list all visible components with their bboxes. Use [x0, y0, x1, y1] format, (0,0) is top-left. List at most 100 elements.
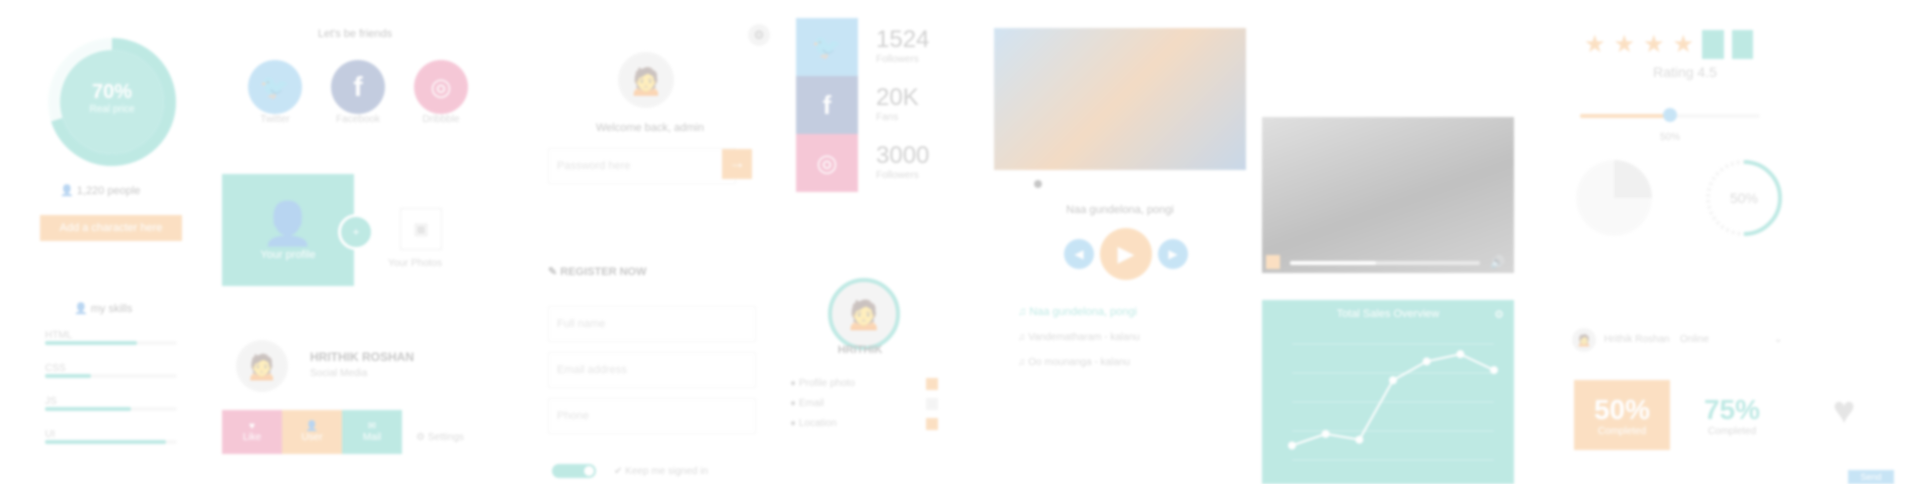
- star-icon[interactable]: ★: [1643, 30, 1665, 59]
- facebook-label: Facebook: [336, 114, 380, 125]
- dribbble-icon[interactable]: ◎: [414, 60, 468, 114]
- stat-card-1: 50% Completed: [1574, 380, 1670, 450]
- chart-point[interactable]: [1355, 435, 1364, 444]
- mini-profile-name: Hrithik Roshan: [1604, 334, 1670, 345]
- stat-1: 1524 Followers: [876, 26, 930, 65]
- skill-track: [45, 440, 177, 444]
- photo-icon: ▣: [400, 208, 442, 250]
- previous-icon[interactable]: ◀: [1064, 239, 1094, 269]
- skill-row: UI: [45, 429, 177, 444]
- dribbble-item[interactable]: ◎ Dribbble: [414, 60, 468, 140]
- stat-3: 3000 Followers: [876, 142, 930, 181]
- like-action[interactable]: ♥ Like: [222, 410, 282, 454]
- play-button[interactable]: [1266, 255, 1280, 269]
- skill-track: [45, 407, 177, 411]
- dribbble-icon[interactable]: ◎: [796, 134, 858, 192]
- video-progress-track[interactable]: [1290, 261, 1480, 265]
- twitter-icon[interactable]: 🐦: [796, 18, 858, 76]
- person-icon: 👤: [74, 303, 88, 315]
- slider-handle[interactable]: [1663, 108, 1677, 122]
- twitter-icon[interactable]: 🐦: [248, 60, 302, 114]
- rating-stars[interactable]: ★ ★ ★ ★ ★ ★: [1584, 30, 1754, 59]
- chevron-down-icon[interactable]: ⌄: [1774, 334, 1782, 345]
- full-name-field[interactable]: Full name: [548, 306, 756, 342]
- profile-tile-label: Your profile: [260, 248, 316, 261]
- playlist-item[interactable]: ♫ Oo mounanga - kalanu: [1018, 357, 1140, 368]
- person-subtitle: Social Media: [310, 368, 368, 379]
- facebook-icon[interactable]: f: [796, 76, 858, 134]
- skill-row: JS: [45, 396, 177, 411]
- profile-tile[interactable]: 👤 Your profile: [222, 174, 354, 286]
- send-button[interactable]: Send: [1848, 470, 1894, 484]
- mail-icon: ✉: [367, 421, 377, 432]
- chart-point[interactable]: [1321, 429, 1330, 438]
- email-field[interactable]: Email address: [548, 352, 756, 388]
- chart-point[interactable]: [1490, 366, 1498, 375]
- twitter-item[interactable]: 🐦 Twitter: [248, 60, 302, 140]
- add-character-button[interactable]: Add a character here: [40, 215, 182, 241]
- next-icon[interactable]: ▶: [1158, 239, 1188, 269]
- person-name: HRITHIK ROSHAN: [310, 350, 414, 364]
- sales-chart-panel: Total Sales Overview ⚙: [1262, 300, 1514, 484]
- skills-title: 👤 my skills: [74, 303, 133, 315]
- avatar: 🙍: [236, 340, 288, 392]
- remember-toggle[interactable]: [552, 464, 596, 478]
- skill-label: CSS: [45, 363, 66, 374]
- contact-row: ● Location: [790, 418, 938, 430]
- gear-icon[interactable]: ⚙: [748, 24, 770, 46]
- gear-icon[interactable]: ⚙: [1494, 308, 1504, 321]
- sales-line-chart: [1288, 343, 1498, 461]
- avatar: 🙍: [828, 278, 900, 350]
- star-icon[interactable]: ★: [1584, 30, 1606, 59]
- social-buttons: 🐦 Twitter f Facebook ◎ Dribbble: [248, 60, 468, 140]
- heart-icon: ♥: [249, 421, 255, 432]
- carousel-dot[interactable]: [1034, 180, 1042, 188]
- social-title: Let's be friends: [317, 28, 393, 40]
- avatar: 🙍: [1572, 328, 1596, 352]
- chart-point[interactable]: [1456, 350, 1465, 359]
- contact-row: ● Email: [790, 398, 938, 410]
- skills-list: HTML CSS JS UI: [45, 330, 177, 462]
- password-input[interactable]: Password here: [548, 148, 736, 184]
- playlist: ♫ Naa gundelona, pongi ♫ Vandematharam -…: [1018, 306, 1140, 368]
- play-icon[interactable]: ▶: [1100, 228, 1152, 280]
- user-action[interactable]: 👤 User: [282, 410, 342, 454]
- star-icon[interactable]: ★: [1614, 30, 1636, 59]
- mail-action[interactable]: ✉ Mail: [342, 410, 402, 454]
- facebook-item[interactable]: f Facebook: [331, 60, 385, 140]
- star-icon[interactable]: ★: [1673, 30, 1695, 59]
- welcome-text: Welcome back, admin: [595, 122, 704, 134]
- chart-point[interactable]: [1389, 376, 1397, 385]
- slider-value: 50%: [1659, 132, 1680, 143]
- settings-link[interactable]: ⚙ Settings: [416, 432, 464, 443]
- avatar: 🙍: [618, 52, 674, 108]
- movie-thumbnail[interactable]: [994, 28, 1246, 170]
- chart-point[interactable]: [1422, 357, 1431, 366]
- video-progress-fill: [1290, 261, 1376, 265]
- video-player[interactable]: [1262, 117, 1514, 273]
- edit-icon: ✎: [548, 266, 558, 278]
- star-icon[interactable]: ★: [1702, 30, 1724, 59]
- person-icon: 👤: [60, 185, 74, 197]
- contact-rows: ● Profile photo ● Email ● Location: [790, 378, 938, 430]
- skill-fill: [45, 407, 131, 411]
- heart-icon[interactable]: ♥: [1804, 386, 1884, 436]
- skill-track: [45, 341, 177, 345]
- facebook-icon[interactable]: f: [331, 60, 385, 114]
- plus-icon[interactable]: +: [338, 214, 374, 250]
- phone-field[interactable]: Phone: [548, 398, 756, 434]
- chart-point[interactable]: [1288, 441, 1296, 450]
- arrow-right-icon[interactable]: →: [722, 149, 752, 179]
- skill-track: [45, 374, 177, 378]
- person-actions: ♥ Like 👤 User ✉ Mail: [222, 410, 402, 454]
- photos-label: Your Photos: [388, 258, 443, 269]
- skill-row: CSS: [45, 363, 177, 378]
- donut-label: Real price: [89, 104, 135, 115]
- contact-name: HRITHIK: [837, 344, 883, 356]
- chart-title: Total Sales Overview: [1336, 308, 1440, 320]
- star-icon[interactable]: ★: [1731, 30, 1754, 59]
- percent-ring-value: 50%: [1729, 190, 1759, 206]
- volume-icon[interactable]: 🔊: [1490, 255, 1505, 269]
- playlist-item[interactable]: ♫ Vandematharam - kalanu: [1018, 332, 1140, 343]
- playlist-item[interactable]: ♫ Naa gundelona, pongi: [1018, 306, 1140, 318]
